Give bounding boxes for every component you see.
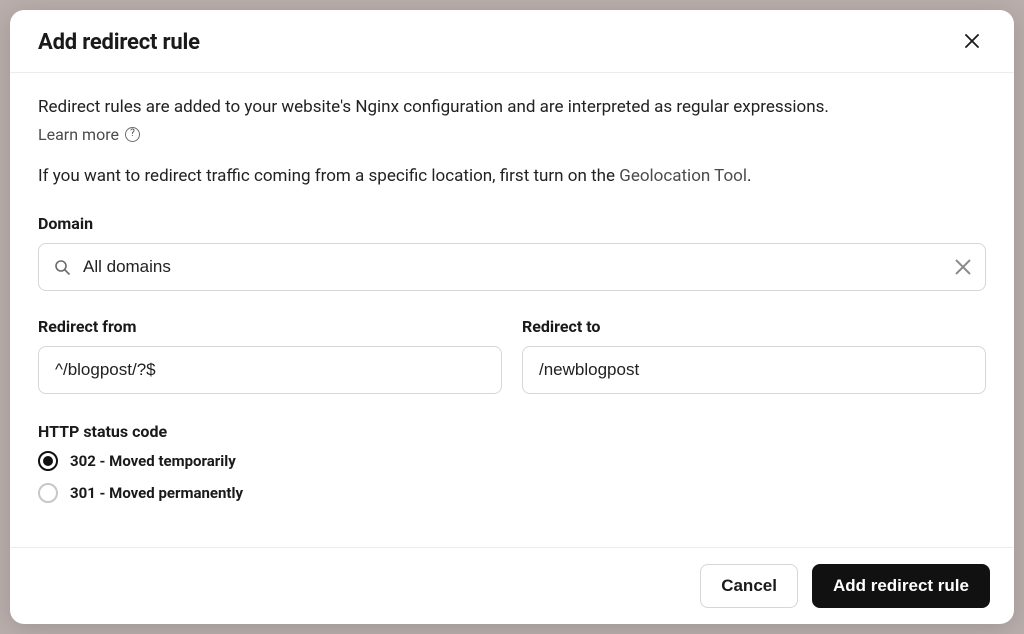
geo-hint-prefix: If you want to redirect traffic coming f… <box>38 166 619 186</box>
redirect-to-label: Redirect to <box>522 317 986 336</box>
clear-domain-button[interactable] <box>954 258 972 276</box>
radio-dot-icon <box>43 456 53 466</box>
redirect-from-field: Redirect from <box>38 317 502 394</box>
cancel-button[interactable]: Cancel <box>700 564 798 608</box>
status-option-label: 302 - Moved temporarily <box>70 452 236 470</box>
modal-footer: Cancel Add redirect rule <box>10 547 1014 624</box>
learn-more-link[interactable]: Learn more ? <box>38 125 140 144</box>
close-icon <box>965 34 979 51</box>
description-text: Redirect rules are added to your website… <box>38 95 986 121</box>
search-icon <box>54 259 70 275</box>
modal-header: Add redirect rule <box>10 10 1014 73</box>
status-option-301[interactable]: 301 - Moved permanently <box>38 483 986 503</box>
domain-input[interactable] <box>38 243 986 291</box>
redirect-to-field: Redirect to <box>522 317 986 394</box>
modal-title: Add redirect rule <box>38 30 200 55</box>
http-status-field: HTTP status code 302 - Moved temporarily… <box>38 422 986 503</box>
http-status-label: HTTP status code <box>38 422 986 441</box>
add-redirect-rule-modal: Add redirect rule Redirect rules are add… <box>10 10 1014 624</box>
redirect-fields-row: Redirect from Redirect to <box>38 317 986 394</box>
learn-more-label: Learn more <box>38 125 119 144</box>
help-icon: ? <box>125 127 140 142</box>
geolocation-hint: If you want to redirect traffic coming f… <box>38 166 986 186</box>
radio-icon <box>38 483 58 503</box>
domain-field: Domain <box>38 214 986 291</box>
geolocation-tool-link[interactable]: Geolocation Tool <box>619 166 747 186</box>
close-button[interactable] <box>958 28 986 56</box>
domain-label: Domain <box>38 214 986 233</box>
domain-input-wrap <box>38 243 986 291</box>
modal-body: Redirect rules are added to your website… <box>10 73 1014 547</box>
radio-icon <box>38 451 58 471</box>
redirect-from-input[interactable] <box>38 346 502 394</box>
redirect-to-input[interactable] <box>522 346 986 394</box>
geo-hint-suffix: . <box>747 166 751 186</box>
status-option-label: 301 - Moved permanently <box>70 484 243 502</box>
status-option-302[interactable]: 302 - Moved temporarily <box>38 451 986 471</box>
submit-button[interactable]: Add redirect rule <box>812 564 990 608</box>
redirect-from-label: Redirect from <box>38 317 502 336</box>
